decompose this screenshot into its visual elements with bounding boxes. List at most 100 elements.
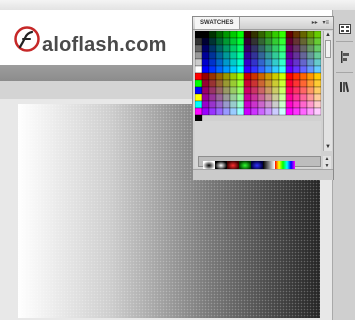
- swatch-cell[interactable]: [264, 65, 273, 74]
- swatch-cell[interactable]: [215, 100, 224, 109]
- swatch-cell[interactable]: [299, 37, 308, 46]
- swatch-cell[interactable]: [292, 107, 301, 116]
- swatch-cell[interactable]: [208, 37, 217, 46]
- swatch-cell[interactable]: [306, 93, 315, 102]
- swatch-cell[interactable]: [257, 37, 266, 46]
- swatch-cell[interactable]: [264, 72, 273, 81]
- swatch-grid[interactable]: [195, 31, 321, 121]
- swatch-cell[interactable]: [201, 44, 210, 53]
- swatch-cell[interactable]: [222, 65, 231, 74]
- swatch-cell[interactable]: [236, 107, 245, 116]
- scroll-up-icon[interactable]: ▲: [324, 31, 332, 39]
- swatch-cell[interactable]: [257, 51, 266, 60]
- swatch-cell[interactable]: [243, 72, 252, 81]
- swatch-cell[interactable]: [299, 79, 308, 88]
- swatch-cell[interactable]: [195, 86, 203, 95]
- swatch-cell[interactable]: [313, 31, 321, 39]
- swatch-cell[interactable]: [264, 31, 273, 39]
- swatch-cell[interactable]: [243, 93, 252, 102]
- swatch-cell[interactable]: [257, 100, 266, 109]
- swatch-cell[interactable]: [195, 58, 203, 67]
- swatch-cell[interactable]: [208, 86, 217, 95]
- swatch-cell[interactable]: [222, 107, 231, 116]
- swatch-cell[interactable]: [278, 107, 287, 116]
- swatch-cell[interactable]: [243, 44, 252, 53]
- swatch-cell[interactable]: [229, 44, 238, 53]
- swatch-cell[interactable]: [208, 44, 217, 53]
- swatch-cell[interactable]: [271, 51, 280, 60]
- swatch-cell[interactable]: [278, 79, 287, 88]
- swatch-cell[interactable]: [215, 72, 224, 81]
- swatch-cell[interactable]: [299, 58, 308, 67]
- swatch-cell[interactable]: [264, 58, 273, 67]
- swatch-cell[interactable]: [292, 58, 301, 67]
- swatch-cell[interactable]: [250, 51, 259, 60]
- swatch-cell[interactable]: [306, 37, 315, 46]
- library-dock-icon[interactable]: [337, 80, 352, 94]
- swatch-cell[interactable]: [236, 100, 245, 109]
- swatch-cell[interactable]: [306, 58, 315, 67]
- swatch-cell[interactable]: [306, 31, 315, 39]
- swatch-cell[interactable]: [229, 58, 238, 67]
- swatch-cell[interactable]: [250, 31, 259, 39]
- swatch-cell[interactable]: [195, 72, 203, 81]
- swatch-cell[interactable]: [271, 65, 280, 74]
- swatch-cell[interactable]: [208, 58, 217, 67]
- swatch-cell[interactable]: [243, 31, 252, 39]
- swatch-cell[interactable]: [250, 100, 259, 109]
- swatch-cell[interactable]: [215, 107, 224, 116]
- swatch-cell[interactable]: [306, 100, 315, 109]
- swatch-cell[interactable]: [195, 51, 203, 60]
- swatch-cell[interactable]: [292, 31, 301, 39]
- swatch-cell[interactable]: [271, 37, 280, 46]
- swatch-cell[interactable]: [257, 72, 266, 81]
- swatch-cell[interactable]: [215, 93, 224, 102]
- swatch-cell[interactable]: [243, 51, 252, 60]
- swatch-cell[interactable]: [208, 51, 217, 60]
- swatch-cell[interactable]: [236, 79, 245, 88]
- swatch-cell[interactable]: [250, 72, 259, 81]
- swatch-cell[interactable]: [285, 44, 294, 53]
- swatch-cell[interactable]: [195, 79, 203, 88]
- swatch-cell[interactable]: [201, 107, 210, 116]
- swatch-cell[interactable]: [306, 107, 315, 116]
- swatches-scrollbar[interactable]: ▲ ▼: [323, 31, 332, 151]
- swatch-cell[interactable]: [271, 93, 280, 102]
- swatch-cell[interactable]: [285, 100, 294, 109]
- swatch-cell[interactable]: [201, 65, 210, 74]
- swatch-cell[interactable]: [278, 65, 287, 74]
- swatch-cell[interactable]: [222, 72, 231, 81]
- swatch-cell[interactable]: [299, 100, 308, 109]
- swatch-cell[interactable]: [313, 44, 321, 53]
- swatch-cell[interactable]: [195, 37, 203, 46]
- swatch-cell[interactable]: [250, 86, 259, 95]
- swatches-dock-icon[interactable]: [337, 22, 352, 36]
- swatch-cell[interactable]: [215, 44, 224, 53]
- swatch-cell[interactable]: [250, 107, 259, 116]
- swatch-cell[interactable]: [222, 93, 231, 102]
- swatch-cell[interactable]: [215, 37, 224, 46]
- swatch-cell[interactable]: [313, 107, 321, 116]
- swatch-cell[interactable]: [236, 65, 245, 74]
- swatch-cell[interactable]: [222, 44, 231, 53]
- swatch-cell[interactable]: [250, 79, 259, 88]
- swatch-cell[interactable]: [271, 86, 280, 95]
- swatch-cell[interactable]: [292, 65, 301, 74]
- swatch-cell[interactable]: [236, 72, 245, 81]
- scroll-down-icon[interactable]: ▼: [324, 143, 332, 151]
- swatch-cell[interactable]: [264, 79, 273, 88]
- swatch-cell[interactable]: [208, 31, 217, 39]
- swatch-cell[interactable]: [285, 65, 294, 74]
- swatch-cell[interactable]: [285, 31, 294, 39]
- swatch-cell[interactable]: [257, 86, 266, 95]
- swatch-cell[interactable]: [292, 51, 301, 60]
- swatch-grid-svg[interactable]: [195, 31, 321, 121]
- swatch-cell[interactable]: [313, 65, 321, 74]
- swatch-cell[interactable]: [292, 86, 301, 95]
- swatch-cell[interactable]: [243, 65, 252, 74]
- swatch-cell[interactable]: [250, 65, 259, 74]
- swatch-cell[interactable]: [278, 58, 287, 67]
- swatch-cell[interactable]: [236, 31, 245, 39]
- swatch-cell[interactable]: [313, 51, 321, 60]
- swatch-cell[interactable]: [229, 107, 238, 116]
